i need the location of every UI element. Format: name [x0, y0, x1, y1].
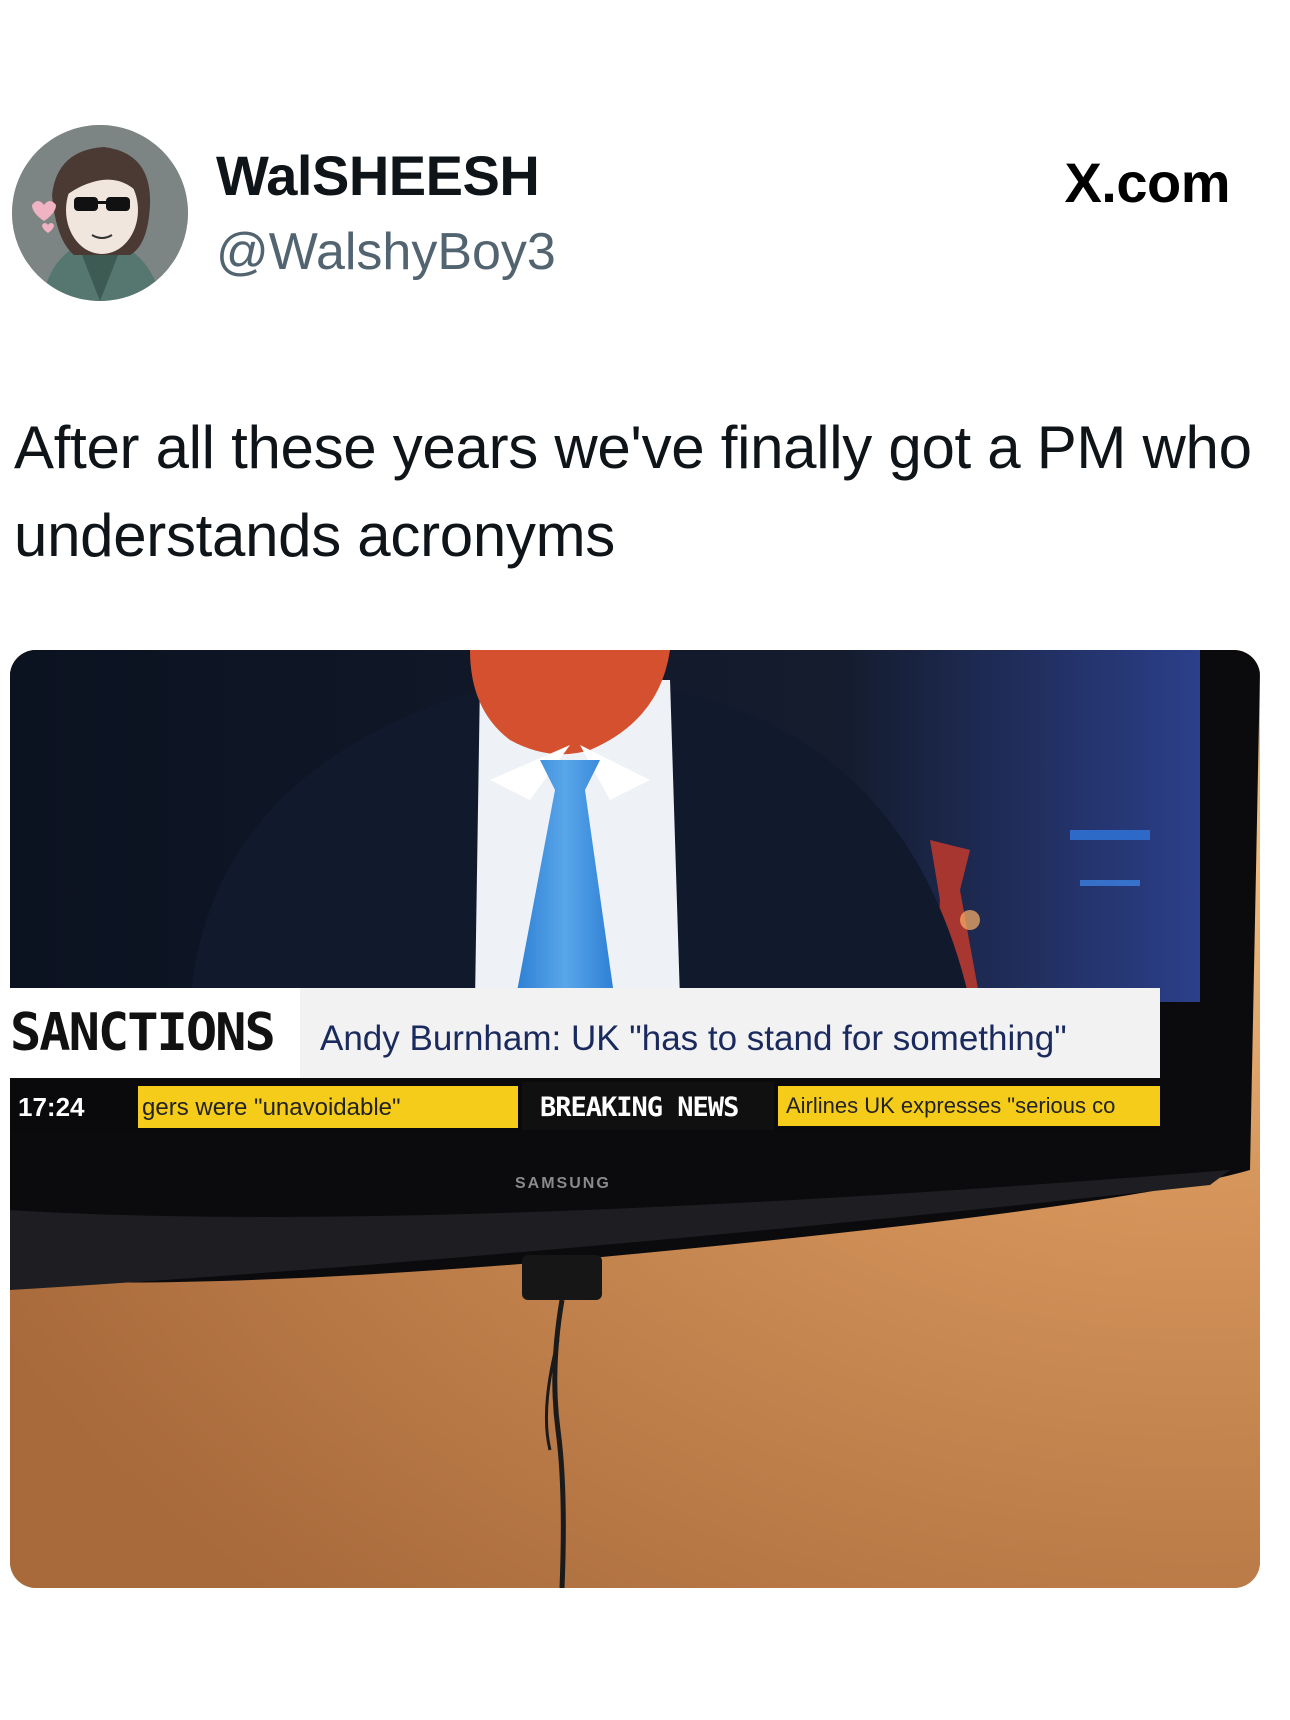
breaking-label: BREAKING NEWS — [540, 1092, 738, 1123]
tv-photo: SANCTIONS Andy Burnham: UK "has to stand… — [10, 650, 1260, 1588]
tweet-header: WalSHEESH @WalshyBoy3 X.com — [0, 0, 1290, 330]
ticker-time: 17:24 — [18, 1092, 85, 1122]
avatar[interactable] — [12, 125, 188, 301]
tv-screen — [10, 650, 1200, 1002]
tv-brand-logo: SAMSUNG — [515, 1175, 611, 1192]
tweet-photo[interactable]: SANCTIONS Andy Burnham: UK "has to stand… — [10, 650, 1260, 1588]
chyron-section: SANCTIONS — [10, 1003, 274, 1063]
tv-mount — [522, 1255, 602, 1300]
ticker-left: gers were "unavoidable" — [142, 1094, 401, 1121]
chyron: SANCTIONS Andy Burnham: UK "has to stand… — [10, 988, 1160, 1132]
chyron-headline: Andy Burnham: UK "has to stand for somet… — [320, 1019, 1067, 1058]
display-name[interactable]: WalSHEESH — [216, 143, 540, 208]
user-handle[interactable]: @WalshyBoy3 — [216, 222, 556, 282]
ticker-right: Airlines UK expresses "serious co — [786, 1093, 1115, 1118]
tweet-text: After all these years we've finally got … — [14, 414, 1252, 569]
source-label: X.com — [1064, 151, 1230, 214]
avatar-illustration — [12, 125, 188, 301]
